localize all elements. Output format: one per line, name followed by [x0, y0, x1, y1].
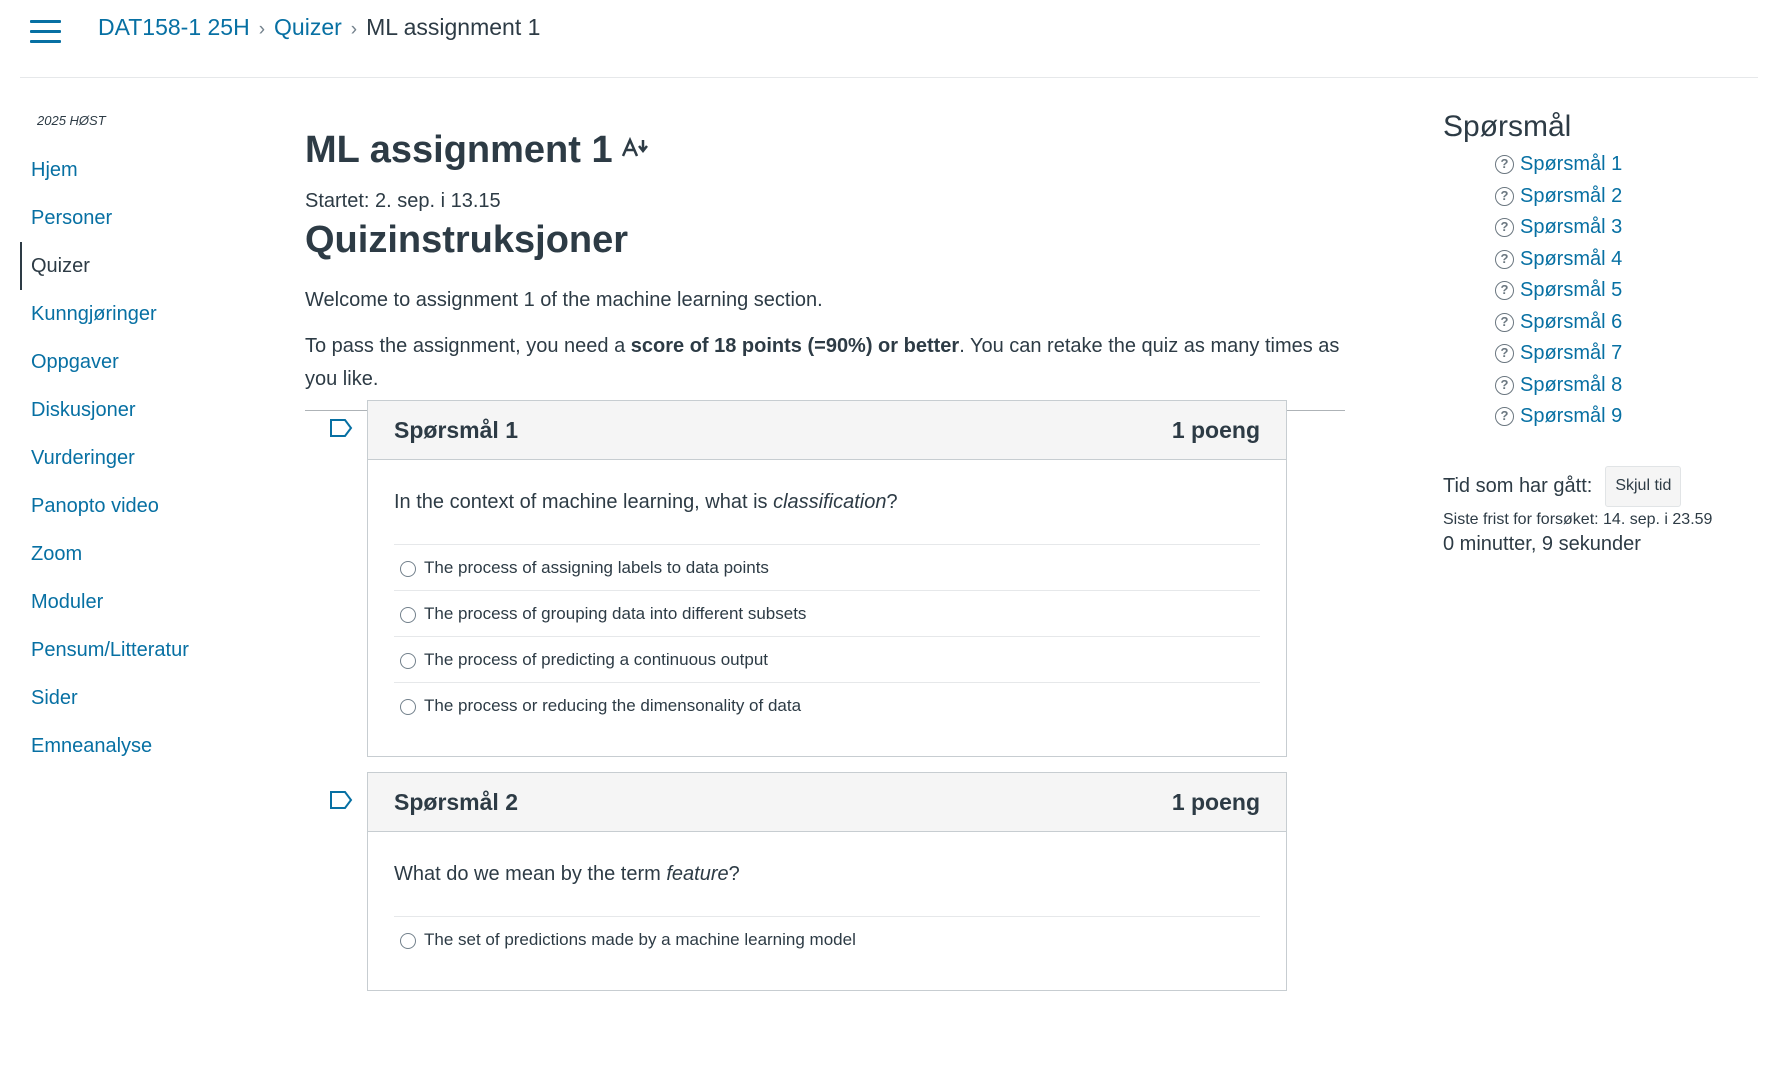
questions-heading: Spørsmål: [1443, 110, 1572, 143]
course-navigation: Hjem Personer Quizer Kunngjøringer Oppga…: [20, 146, 230, 770]
question-mark-icon: ?: [1495, 375, 1514, 395]
question-mark-icon: ?: [1495, 312, 1514, 332]
title-row: ML assignment 1: [305, 120, 1345, 180]
question-link-3[interactable]: ? Spørsmål 3: [1495, 212, 1763, 244]
answer-option[interactable]: The set of predictions made by a machine…: [394, 916, 1260, 962]
timer-row: Tid som har gått: Skjul tid: [1443, 466, 1763, 507]
question-body: In the context of machine learning, what…: [368, 460, 1286, 756]
answer-label: The process of assigning labels to data …: [424, 557, 769, 577]
question-header: Spørsmål 2 1 poeng: [368, 773, 1286, 832]
answer-option[interactable]: The process or reducing the dimensonalit…: [394, 682, 1260, 728]
breadcrumb: DAT158-1 25H › Quizer › ML assignment 1: [98, 14, 540, 41]
question-points: 1 poeng: [1171, 416, 1260, 443]
instructions-heading: Quizinstruksjoner: [305, 219, 629, 261]
nav-item-diskusjoner[interactable]: Diskusjoner: [20, 386, 230, 434]
question-link-6[interactable]: ? Spørsmål 6: [1495, 307, 1763, 339]
answer-option[interactable]: The process of assigning labels to data …: [394, 544, 1260, 590]
question-mark-icon: ?: [1495, 407, 1514, 427]
nav-item-oppgaver[interactable]: Oppgaver: [20, 338, 230, 386]
answer-label: The process of grouping data into differ…: [424, 603, 807, 623]
question-title: Spørsmål 1: [394, 416, 518, 443]
question-points: 1 poeng: [1171, 788, 1260, 815]
question-list[interactable]: ? Spørsmål 1 ? Spørsmål 2 ? Spørsmål 3 ? Spø…: [1443, 149, 1763, 452]
nav-item-quizer[interactable]: Quizer: [20, 242, 230, 290]
started-timestamp: Startet: 2. sep. i 13.15: [305, 190, 501, 212]
question-link-9[interactable]: ? Spørsmål 9: [1495, 401, 1763, 433]
question-card-2: Spørsmål 2 1 poeng What do we mean by th…: [367, 772, 1287, 991]
radio-button[interactable]: [400, 560, 416, 577]
question-link-8[interactable]: ? Spørsmål 8: [1495, 370, 1763, 402]
chevron-right-icon: ›: [258, 19, 266, 40]
breadcrumb-quizzes[interactable]: Quizer: [274, 14, 342, 40]
radio-button[interactable]: [400, 606, 416, 623]
page-title: ML assignment 1: [305, 128, 613, 171]
question-header: Spørsmål 1 1 poeng: [368, 401, 1286, 460]
question-mark-icon: ?: [1495, 186, 1514, 206]
radio-button[interactable]: [400, 698, 416, 715]
question-mark-icon: ?: [1495, 344, 1514, 364]
question-link-5[interactable]: ? Spørsmål 5: [1495, 275, 1763, 307]
top-bar: DAT158-1 25H › Quizer › ML assignment 1: [20, 0, 1758, 78]
intro-paragraph-2: To pass the assignment, you need a score…: [305, 335, 1340, 390]
question-mark-icon: ?: [1495, 249, 1514, 269]
flag-question-icon[interactable]: [329, 790, 353, 810]
text-size-adjust-icon[interactable]: [621, 136, 649, 164]
question-text: What do we mean by the term feature?: [394, 863, 740, 885]
question-link-2[interactable]: ? Spørsmål 2: [1495, 181, 1763, 213]
question-text: In the context of machine learning, what…: [394, 491, 898, 513]
question-mark-icon: ?: [1495, 218, 1514, 238]
question-body: What do we mean by the term feature? The…: [368, 832, 1286, 990]
breadcrumb-course[interactable]: DAT158-1 25H: [98, 14, 250, 40]
hamburger-menu-icon[interactable]: [30, 20, 61, 44]
question-card-1: Spørsmål 1 1 poeng In the context of mac…: [367, 400, 1287, 757]
answer-option[interactable]: The process of predicting a continuous o…: [394, 636, 1260, 682]
nav-item-emneanalyse[interactable]: Emneanalyse: [20, 722, 230, 770]
main-content: ML assignment 1 Startet: 2. sep. i 13.15…: [305, 120, 1345, 411]
question-link-1[interactable]: ? Spørsmål 1: [1495, 149, 1763, 181]
radio-button[interactable]: [400, 932, 416, 949]
question-link-7[interactable]: ? Spørsmål 7: [1495, 338, 1763, 370]
radio-button[interactable]: [400, 652, 416, 669]
intro-paragraph-1: Welcome to assignment 1 of the machine l…: [305, 289, 823, 311]
hide-timer-button[interactable]: Skjul tid: [1605, 466, 1682, 507]
nav-item-kunngjoringer[interactable]: Kunngjøringer: [20, 290, 230, 338]
chevron-right-icon: ›: [350, 19, 358, 40]
answer-label: The set of predictions made by a machine…: [424, 929, 856, 949]
nav-item-personer[interactable]: Personer: [20, 194, 230, 242]
answer-label: The process or reducing the dimensonalit…: [424, 695, 802, 715]
question-mark-icon: ?: [1495, 155, 1514, 175]
attempt-deadline: Siste frist for forsøket: 14. sep. i 23.…: [1443, 511, 1713, 528]
pass-requirement: score of 18 points (=90%) or better: [630, 335, 960, 357]
quiz-sidebar: Spørsmål ? Spørsmål 1 ? Spørsmål 2 ? Spørsm…: [1443, 110, 1763, 556]
answer-label: The process of predicting a continuous o…: [424, 649, 768, 669]
question-mark-icon: ?: [1495, 281, 1514, 301]
answer-option[interactable]: The process of grouping data into differ…: [394, 590, 1260, 636]
question-link-4[interactable]: ? Spørsmål 4: [1495, 244, 1763, 276]
nav-item-hjem[interactable]: Hjem: [20, 146, 230, 194]
nav-item-pensum-litteratur[interactable]: Pensum/Litteratur: [20, 626, 230, 674]
term-label: 2025 HØST: [37, 113, 106, 128]
nav-item-zoom[interactable]: Zoom: [20, 530, 230, 578]
nav-item-vurderinger[interactable]: Vurderinger: [20, 434, 230, 482]
quiz-instructions: Welcome to assignment 1 of the machine l…: [305, 284, 1345, 411]
elapsed-time: 0 minutter, 9 sekunder: [1443, 533, 1641, 555]
flag-question-icon[interactable]: [329, 418, 353, 438]
timer-label: Tid som har gått:: [1443, 475, 1593, 497]
nav-item-panopto-video[interactable]: Panopto video: [20, 482, 230, 530]
nav-item-sider[interactable]: Sider: [20, 674, 230, 722]
nav-item-moduler[interactable]: Moduler: [20, 578, 230, 626]
breadcrumb-current: ML assignment 1: [366, 14, 541, 40]
text-size-adjust-icon: [621, 136, 648, 157]
question-title: Spørsmål 2: [394, 788, 518, 815]
